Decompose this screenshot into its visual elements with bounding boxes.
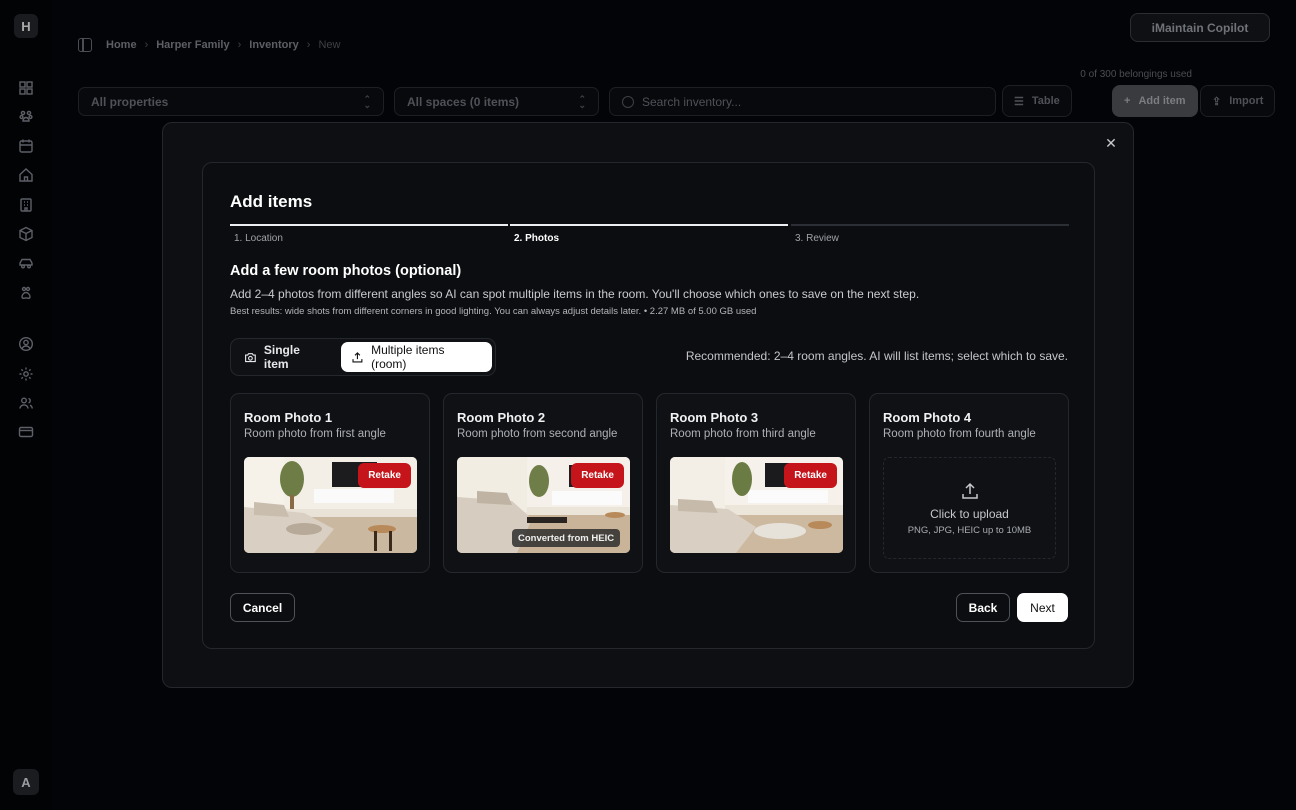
chevron-right-icon: › — [144, 39, 149, 51]
step-review[interactable]: 3. Review — [791, 224, 1069, 248]
copilot-button[interactable]: iMaintain Copilot — [1130, 13, 1270, 42]
room-photo-card-3: Room Photo 3 Room photo from third angle — [656, 393, 856, 573]
step-photos[interactable]: 2. Photos — [510, 224, 788, 248]
avatar[interactable]: A — [13, 769, 39, 795]
breadcrumb-home[interactable]: Home — [106, 39, 137, 51]
upload-icon: ⇪ — [1212, 95, 1222, 108]
retake-button[interactable]: Retake — [571, 463, 624, 488]
users-icon[interactable] — [18, 395, 34, 411]
room-photo-card-1: Room Photo 1 Room photo from first angle — [230, 393, 430, 573]
photo-title: Room Photo 2 — [457, 410, 546, 425]
building-icon[interactable] — [18, 197, 34, 213]
search-placeholder: Search inventory... — [642, 94, 742, 109]
step-label: 2. Photos — [514, 233, 560, 244]
updown-icon: ⌃ ⌄ — [363, 94, 371, 110]
next-button[interactable]: Next — [1017, 593, 1068, 622]
copilot-label: iMaintain Copilot — [1151, 20, 1249, 35]
properties-select-value: All properties — [91, 94, 169, 109]
photo-title: Room Photo 3 — [670, 410, 759, 425]
room-photo-image[interactable]: Retake — [670, 457, 843, 553]
paw-icon[interactable] — [18, 285, 34, 301]
photo-subtitle: Room photo from first angle — [244, 428, 386, 440]
breadcrumb-inventory[interactable]: Inventory — [249, 39, 299, 51]
upload-label: Click to upload — [930, 506, 1009, 521]
room-photo-card-2: Room Photo 2 Room photo from second angl… — [443, 393, 643, 573]
usage-text: 0 of 300 belongings used — [1080, 69, 1192, 80]
breadcrumb: Home › Harper Family › Inventory › New — [78, 38, 340, 52]
search-input[interactable]: Search inventory... — [609, 87, 996, 116]
upload-dropzone[interactable]: Click to upload PNG, JPG, HEIC up to 10M… — [883, 457, 1056, 559]
add-item-button[interactable]: + Add item — [1112, 85, 1198, 117]
room-photo-image[interactable]: Retake — [244, 457, 417, 553]
photo-subtitle: Room photo from second angle — [457, 428, 618, 440]
camera-icon — [245, 352, 256, 362]
retake-button[interactable]: Retake — [784, 463, 837, 488]
chevron-right-icon: › — [306, 39, 311, 51]
step-label: 1. Location — [234, 233, 283, 244]
room-photo-image[interactable]: Retake Converted from HEIC — [457, 457, 630, 553]
photo-subtitle: Room photo from fourth angle — [883, 428, 1036, 440]
home-icon[interactable] — [18, 167, 34, 183]
box-icon[interactable] — [18, 226, 34, 242]
single-item-label: Single item — [263, 343, 300, 371]
heic-badge: Converted from HEIC — [512, 529, 621, 547]
single-item-option[interactable]: Single item — [234, 342, 337, 372]
plus-icon: + — [1124, 95, 1131, 107]
user-circle-icon[interactable] — [18, 336, 34, 352]
upload-hint: PNG, JPG, HEIC up to 10MB — [907, 524, 1032, 536]
view-table-label: Table — [1031, 95, 1060, 107]
close-icon[interactable]: ✕ — [1103, 135, 1119, 151]
upload-icon — [961, 482, 978, 499]
import-label: Import — [1229, 95, 1264, 107]
room-photo-card-4: Room Photo 4 Room photo from fourth angl… — [869, 393, 1069, 573]
photo-title: Room Photo 4 — [883, 410, 972, 425]
retake-button[interactable]: Retake — [358, 463, 411, 488]
cancel-button[interactable]: Cancel — [230, 593, 295, 622]
step-progress-bar — [230, 224, 508, 226]
settings-icon[interactable] — [18, 366, 34, 382]
updown-icon: ⌃ ⌄ — [578, 94, 586, 110]
import-button[interactable]: ⇪ Import — [1200, 85, 1276, 117]
recommendation-text: Recommended: 2–4 room angles. AI will li… — [685, 349, 1068, 363]
step-progress-bar — [510, 224, 788, 226]
chevron-right-icon: › — [237, 39, 242, 51]
spaces-select-value: All spaces (0 items) — [407, 94, 520, 109]
search-icon — [622, 95, 634, 108]
breadcrumb-current: New — [318, 39, 341, 51]
mode-toggle: Single item Multiple items (room) — [230, 338, 496, 376]
view-table-button[interactable]: ☰ Table — [1002, 85, 1072, 117]
add-item-label: Add item — [1138, 95, 1186, 107]
pets-icon[interactable] — [18, 108, 34, 124]
car-icon[interactable] — [18, 255, 34, 271]
back-button[interactable]: Back — [956, 593, 1010, 622]
dashboard-icon[interactable] — [18, 80, 34, 96]
photo-subtitle: Room photo from third angle — [670, 428, 816, 440]
photo-grid: Room Photo 1 Room photo from first angle — [230, 393, 1069, 573]
step-progress-bar — [791, 224, 1069, 226]
breadcrumb-family[interactable]: Harper Family — [156, 39, 229, 51]
list-icon: ☰ — [1014, 95, 1024, 108]
add-items-card: Add items 1. Location 2. Photos 3. Revie… — [202, 162, 1095, 649]
step-label: 3. Review — [795, 233, 839, 244]
multiple-items-label: Multiple items (room) — [371, 343, 445, 371]
card-icon[interactable] — [18, 424, 34, 440]
sidebar-toggle-icon[interactable] — [78, 38, 92, 52]
stepper: 1. Location 2. Photos 3. Review — [230, 224, 1069, 248]
spaces-select[interactable]: All spaces (0 items) ⌃ ⌄ — [394, 87, 599, 116]
add-items-modal: ✕ Add items 1. Location 2. Photos 3. Rev… — [162, 122, 1134, 688]
section-description: Add 2–4 photos from different angles so … — [230, 287, 920, 301]
step-location[interactable]: 1. Location — [230, 224, 508, 248]
app-logo[interactable]: H — [14, 14, 38, 38]
photo-title: Room Photo 1 — [244, 410, 333, 425]
section-heading: Add a few room photos (optional) — [230, 263, 462, 279]
multiple-items-option[interactable]: Multiple items (room) — [341, 342, 492, 372]
properties-select[interactable]: All properties ⌃ ⌄ — [78, 87, 384, 116]
section-hint: Best results: wide shots from different … — [230, 306, 757, 317]
calendar-icon[interactable] — [18, 138, 34, 154]
sidebar-rail: H A — [0, 0, 52, 810]
upload-icon — [352, 351, 363, 362]
modal-title: Add items — [230, 192, 313, 211]
